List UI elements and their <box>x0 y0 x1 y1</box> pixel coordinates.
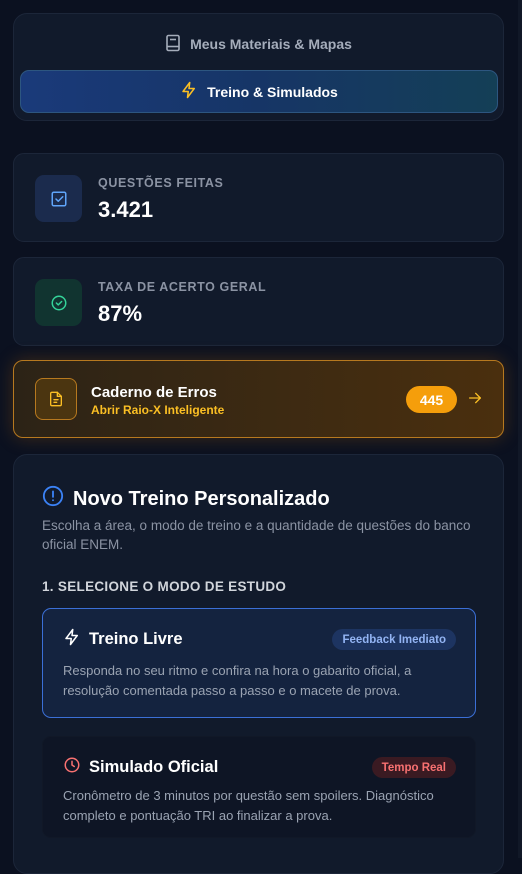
mode-description: Responda no seu ritmo e confira na hora … <box>63 663 412 698</box>
mode-badge: Tempo Real <box>371 757 456 778</box>
document-icon <box>35 378 77 420</box>
errors-notebook-subtitle: Abrir Raio-X Inteligente <box>91 403 225 417</box>
errors-notebook-title: Caderno de Erros <box>91 384 217 401</box>
mode-title-row: Treino Livre <box>63 628 183 651</box>
clock-icon <box>63 756 81 779</box>
arrow-right-icon[interactable] <box>467 390 483 411</box>
lightning-icon <box>180 81 198 102</box>
training-description: Escolha a área, o modo de treino e a qua… <box>42 518 471 552</box>
stat-card-questions: QUESTÕES FEITAS 3.421 <box>13 153 504 242</box>
scrollbar[interactable] <box>518 0 522 858</box>
mode-description: Cronômetro de 3 minutos por questão sem … <box>63 788 434 823</box>
check-circle-icon <box>35 279 82 326</box>
errors-count-badge: 445 <box>406 386 457 413</box>
nav-item-materials-label: Meus Materiais & Mapas <box>190 36 352 52</box>
mode-title-row: Simulado Oficial <box>63 756 218 779</box>
nav-item-training[interactable]: Treino & Simulados <box>20 70 498 113</box>
mode-badge: Feedback Imediato <box>332 629 456 650</box>
training-card: Novo Treino Personalizado Escolha a área… <box>13 454 504 874</box>
stat-value: 87% <box>98 301 143 326</box>
mode-title: Treino Livre <box>89 630 183 648</box>
training-title: Novo Treino Personalizado <box>73 487 330 510</box>
section-label: 1. SELECIONE O MODO DE ESTUDO <box>42 579 287 594</box>
mode-card-official-simulation[interactable]: Simulado Oficial Tempo Real Cronômetro d… <box>42 736 476 838</box>
errors-notebook-card[interactable]: Caderno de Erros Abrir Raio-X Inteligent… <box>13 360 504 438</box>
nav-item-materials[interactable]: Meus Materiais & Mapas <box>14 31 503 57</box>
stat-label: QUESTÕES FEITAS <box>98 176 224 190</box>
stat-value: 3.421 <box>98 197 154 222</box>
training-title-row: Novo Treino Personalizado <box>42 485 330 513</box>
nav-item-training-label: Treino & Simulados <box>207 83 338 100</box>
mode-title: Simulado Oficial <box>89 758 219 776</box>
info-circle-icon <box>42 485 64 513</box>
checkbox-icon <box>35 175 82 222</box>
nav-card: Meus Materiais & Mapas Treino & Simulado… <box>13 13 504 121</box>
book-icon <box>165 34 181 55</box>
stat-label: TAXA DE ACERTO GERAL <box>98 280 267 294</box>
mode-card-free-training[interactable]: Treino Livre Feedback Imediato Responda … <box>42 608 476 718</box>
stat-card-accuracy: TAXA DE ACERTO GERAL 87% <box>13 257 504 346</box>
lightning-icon <box>63 628 81 651</box>
